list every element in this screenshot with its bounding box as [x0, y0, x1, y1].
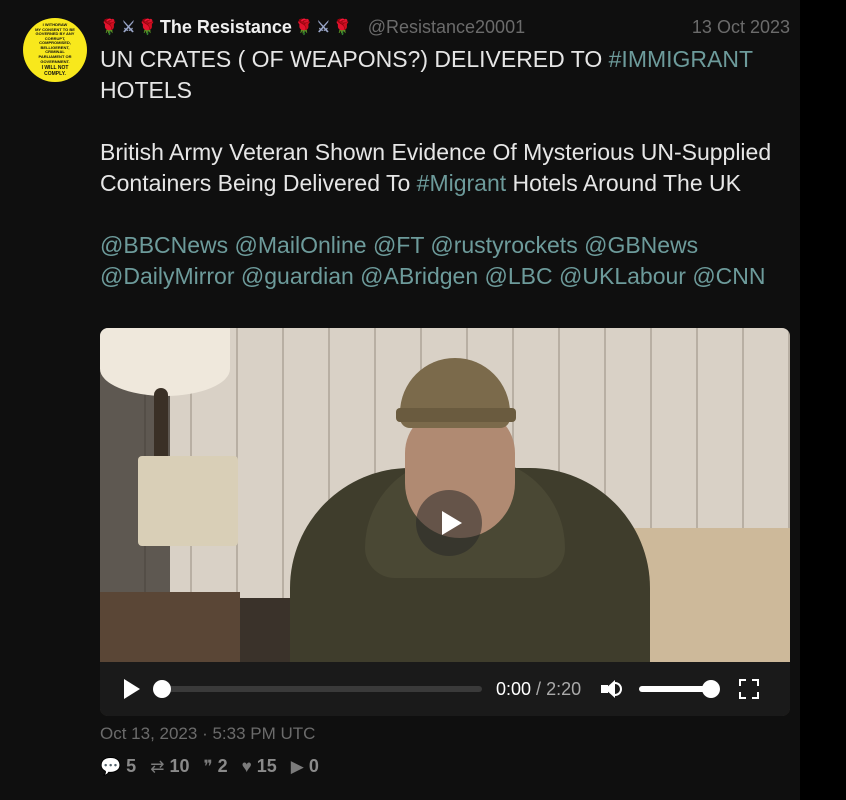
mention-link[interactable]: @FT [373, 232, 424, 258]
heart-icon: ♥ [241, 756, 252, 776]
mention-link[interactable]: @BBCNews [100, 232, 228, 258]
reply-stat[interactable]: 💬 5 [100, 756, 136, 777]
mention-link[interactable]: @GBNews [584, 232, 698, 258]
headline-text: UN CRATES ( OF WEAPONS?) DELIVERED TO [100, 46, 609, 72]
fullscreen-icon[interactable] [739, 679, 760, 699]
mention-link[interactable]: @DailyMirror [100, 263, 235, 289]
mention-link[interactable]: @UKLabour [559, 263, 686, 289]
tweet-panel: I WITHDRAW MY CONSENT TO BE GOVERNED BY … [0, 0, 800, 800]
fullscreen-icon-corner [752, 679, 760, 686]
avatar-text: I WITHDRAW MY CONSENT TO BE GOVERNED BY … [31, 22, 79, 64]
crossed-swords-icon: ⚔ [316, 19, 331, 36]
tweet-paragraph: British Army Veteran Shown Evidence Of M… [100, 137, 790, 199]
reply-count: 5 [126, 756, 137, 776]
time-separator: / [536, 678, 542, 699]
headline-text-end: HOTELS [100, 77, 193, 103]
avatar-line: GOVERNMENT. [40, 58, 70, 64]
video-frame-table [100, 592, 240, 662]
seek-bar[interactable] [153, 680, 482, 698]
current-time: 0:00 [496, 678, 532, 699]
mentions: @BBCNews @MailOnline @FT @rustyrockets @… [100, 230, 790, 292]
rose-icon: 🌹 [138, 19, 157, 36]
rose-icon: 🌹 [100, 19, 119, 36]
mention-link[interactable]: @MailOnline [235, 232, 367, 258]
video-controls: 0:00 / 2:20 [100, 662, 790, 716]
retweet-stat[interactable]: ⇄ 10 [150, 756, 189, 777]
avatar-strong-text: I WILL NOT COMPLY. [41, 65, 69, 77]
tweet-header: 🌹 ⚔ 🌹 The Resistance 🌹 ⚔ 🌹 @Resistance20… [100, 14, 790, 40]
mention-link[interactable]: @CNN [692, 263, 765, 289]
time-display: 0:00 / 2:20 [496, 679, 581, 700]
tweet-headline: UN CRATES ( OF WEAPONS?) DELIVERED TO #I… [100, 44, 790, 106]
video-frame-cap-brim [396, 408, 516, 422]
fullscreen-icon-corner [739, 692, 747, 699]
video-frame-lamp [100, 328, 230, 396]
mention-link[interactable]: @ABridgen [360, 263, 478, 289]
paragraph-text-end: Hotels Around The UK [506, 170, 741, 196]
video-frame-lamp-stand [154, 388, 168, 463]
tweet-content: UN CRATES ( OF WEAPONS?) DELIVERED TO #I… [100, 44, 790, 292]
rose-icon: 🌹 [333, 19, 352, 36]
mention-link[interactable]: @LBC [485, 263, 553, 289]
tweet-date-link[interactable]: 13 Oct 2023 [692, 17, 790, 38]
big-play-button[interactable] [416, 490, 482, 556]
retweet-icon: ⇄ [150, 756, 165, 776]
video-frame-lamp-shade [138, 456, 238, 546]
play-count: 0 [308, 756, 319, 776]
username-link[interactable]: @Resistance20001 [368, 17, 525, 38]
volume-icon-part [614, 682, 623, 696]
play-icon [442, 511, 462, 535]
mention-link[interactable]: @rustyrockets [430, 232, 577, 258]
seek-handle[interactable] [153, 680, 171, 698]
display-name-link[interactable]: 🌹 ⚔ 🌹 The Resistance 🌹 ⚔ 🌹 [100, 17, 352, 38]
duration: 2:20 [546, 678, 582, 699]
mention-link[interactable]: @guardian [241, 263, 354, 289]
quote-icon: ❞ [203, 756, 213, 776]
play-icon: ▶ [290, 756, 304, 776]
like-count: 15 [256, 756, 277, 776]
volume-handle[interactable] [702, 680, 721, 698]
quote-count: 2 [217, 756, 228, 776]
quote-stat[interactable]: ❞ 2 [203, 756, 227, 777]
display-name: The Resistance [159, 16, 292, 37]
page-margin [800, 0, 846, 800]
fullscreen-icon-corner [739, 679, 747, 686]
hashtag-link[interactable]: #Migrant [417, 170, 506, 196]
volume-slider[interactable] [639, 680, 721, 698]
video-player[interactable]: 0:00 / 2:20 [100, 328, 790, 716]
retweet-count: 10 [169, 756, 190, 776]
play-button[interactable] [124, 679, 140, 699]
rose-icon: 🌹 [294, 19, 314, 36]
tweet-stats: 💬 5 ⇄ 10 ❞ 2 ♥ 15 ▶ 0 [100, 756, 333, 777]
fullscreen-icon-corner [752, 692, 760, 699]
volume-icon[interactable] [601, 678, 623, 700]
crossed-swords-icon: ⚔ [121, 19, 136, 36]
avatar[interactable]: I WITHDRAW MY CONSENT TO BE GOVERNED BY … [23, 18, 87, 82]
hashtag-link[interactable]: #IMMIGRANT [609, 46, 753, 72]
published-timestamp[interactable]: Oct 13, 2023 · 5:33 PM UTC [100, 724, 315, 744]
volume-slider-fill [639, 686, 712, 692]
play-stat[interactable]: ▶ 0 [291, 756, 319, 777]
like-stat[interactable]: ♥ 15 [242, 756, 277, 777]
comment-icon: 💬 [100, 756, 122, 776]
